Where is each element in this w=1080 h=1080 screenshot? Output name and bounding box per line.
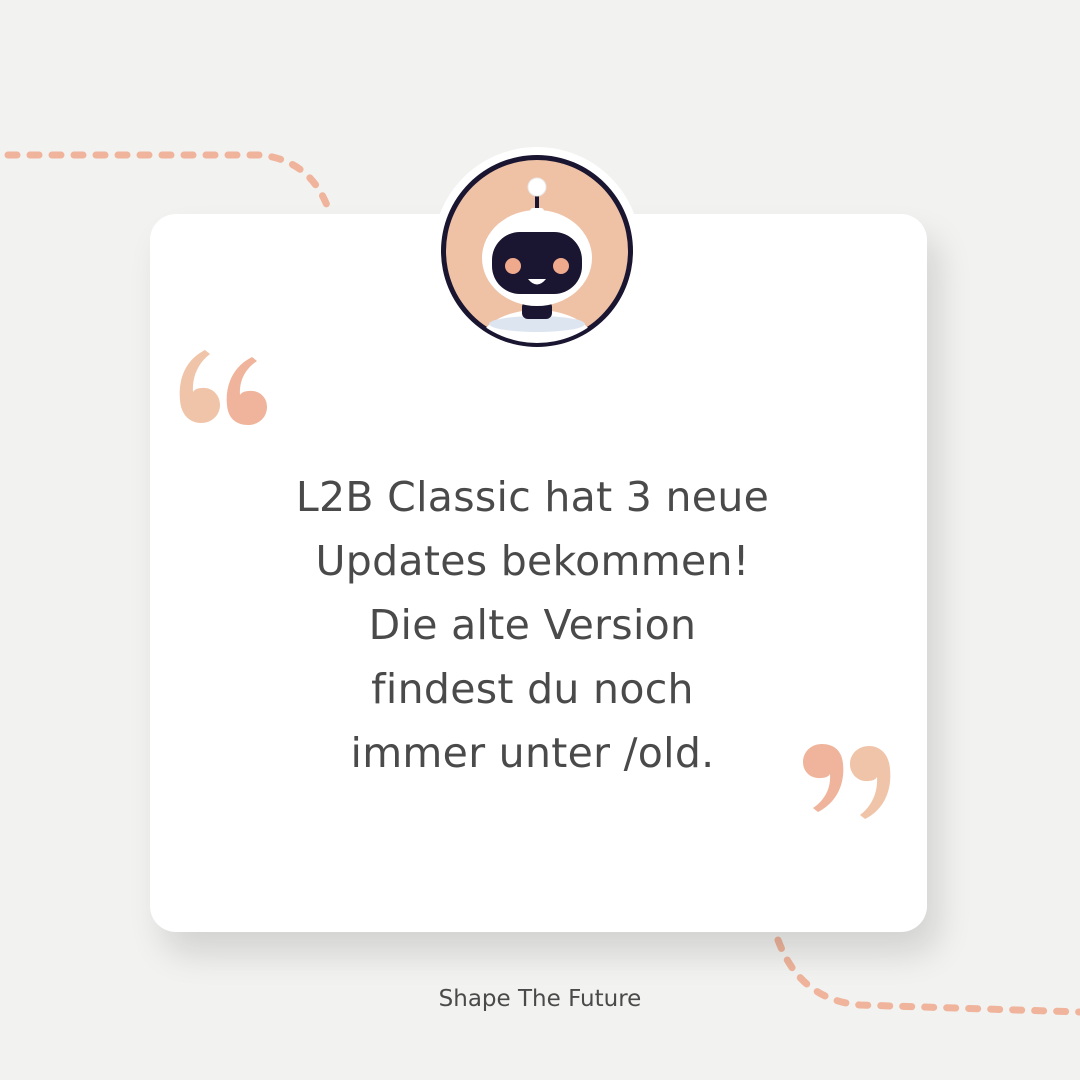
message-line: findest du noch: [371, 665, 694, 713]
message-line: immer unter /old.: [350, 729, 715, 777]
footer-tagline: Shape The Future: [438, 986, 642, 1012]
message-line: Updates bekommen!: [315, 537, 750, 585]
top-dashed-curve: [4, 151, 332, 212]
message-line: L2B Classic hat 3 neue: [295, 473, 770, 521]
announcement-text: L2B Classic hat 3 neue Updates bekommen!…: [200, 465, 865, 785]
message-line: Die alte Version: [368, 601, 697, 649]
open-quote-icon: [175, 345, 275, 430]
robot-avatar-icon: [432, 146, 642, 356]
